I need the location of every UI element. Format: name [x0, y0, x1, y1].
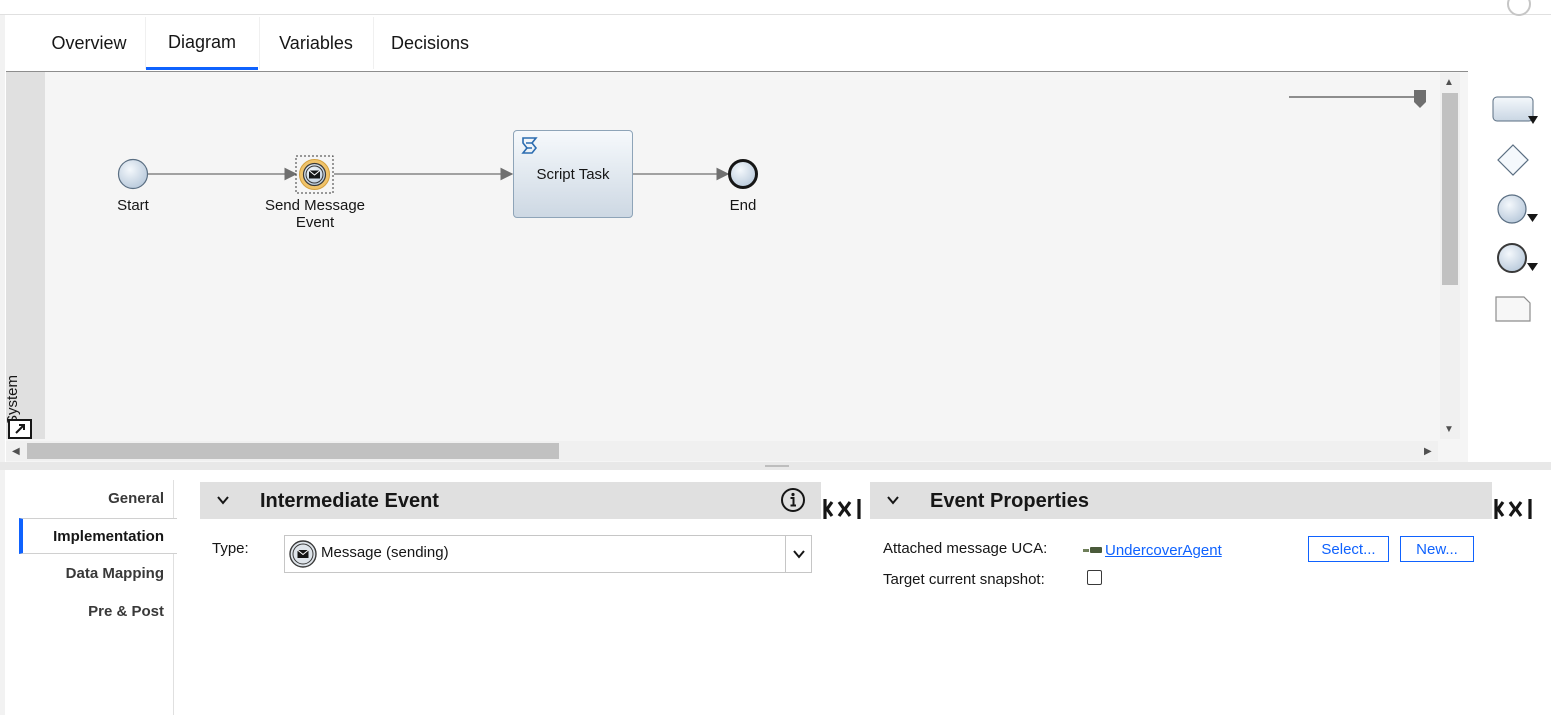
new-button[interactable]: New... [1400, 536, 1474, 562]
scroll-up-icon[interactable]: ▲ [1444, 77, 1454, 88]
intermediate-event-title: Intermediate Event [260, 490, 439, 512]
side-nav-general[interactable]: General [20, 490, 164, 507]
intermediate-event-header[interactable]: Intermediate Event [200, 482, 821, 519]
message-event-icon [288, 539, 318, 574]
target-current-snapshot-checkbox[interactable] [1087, 570, 1102, 585]
undercover-agent-icon [1083, 543, 1103, 561]
script-icon [519, 135, 541, 162]
scroll-right-icon[interactable]: ▶ [1424, 446, 1432, 457]
side-nav-border [173, 480, 174, 715]
send-message-label-line1: Send Message [264, 197, 366, 214]
intermediate-event-icon[interactable] [1494, 241, 1544, 282]
chevron-down-icon[interactable] [886, 493, 900, 512]
side-nav-data-mapping[interactable]: Data Mapping [20, 565, 164, 582]
send-message-label-line2: Event [295, 214, 335, 231]
side-nav-implementation[interactable]: Implementation [20, 528, 164, 545]
event-properties-title: Event Properties [930, 490, 1089, 512]
splitter-grip[interactable] [765, 465, 789, 467]
scroll-left-icon[interactable]: ◀ [12, 446, 20, 457]
select-divider [785, 536, 786, 572]
expand-panel-icon[interactable] [822, 496, 862, 527]
process-diagram [117, 155, 758, 194]
horizontal-scroll-thumb[interactable] [27, 443, 559, 459]
end-label: End [729, 197, 757, 214]
script-task-label: Script Task [536, 165, 610, 183]
side-nav-pre-post[interactable]: Pre & Post [20, 603, 164, 620]
note-icon[interactable] [1494, 294, 1534, 329]
expand-panel-icon[interactable] [1493, 496, 1533, 527]
end-event[interactable] [728, 159, 758, 189]
chevron-down-icon[interactable] [216, 493, 230, 512]
gateway-icon[interactable] [1495, 143, 1531, 182]
scroll-down-icon[interactable]: ▼ [1444, 424, 1454, 435]
start-event[interactable] [117, 158, 149, 190]
info-icon[interactable] [780, 487, 806, 518]
type-select-value: Message (sending) [321, 544, 449, 561]
activity-icon[interactable] [1490, 94, 1540, 133]
target-current-snapshot-label: Target current snapshot: [883, 571, 1045, 588]
event-properties-header[interactable]: Event Properties [870, 482, 1492, 519]
start-label: Start [117, 197, 149, 214]
attached-message-uca-label: Attached message UCA: [883, 540, 1048, 557]
undercover-agent-link[interactable]: UndercoverAgent [1105, 542, 1222, 559]
dropdown-chevron-icon[interactable] [792, 547, 806, 566]
start-event-icon[interactable] [1494, 192, 1544, 233]
select-button[interactable]: Select... [1308, 536, 1389, 562]
type-select[interactable]: Message (sending) [284, 535, 812, 573]
vertical-scroll-thumb[interactable] [1442, 93, 1458, 285]
type-label: Type: [212, 540, 249, 557]
